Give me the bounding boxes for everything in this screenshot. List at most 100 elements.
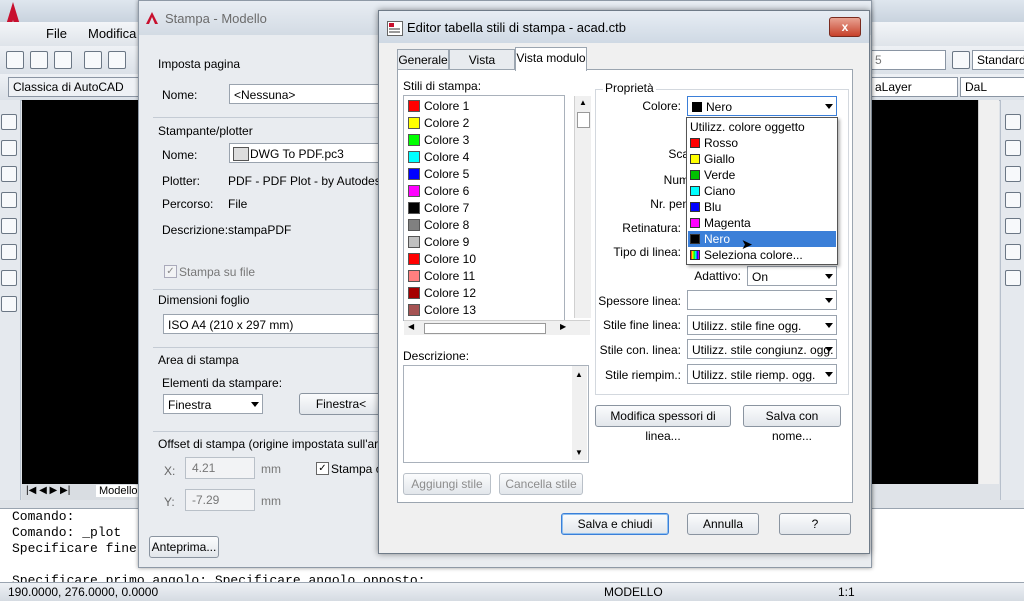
plot-style-item[interactable]: Colore 7 — [406, 200, 570, 217]
workspace-select[interactable]: Classica di AutoCAD — [8, 77, 140, 97]
close-button[interactable]: x — [829, 17, 861, 37]
plot-style-item[interactable]: Colore 4 — [406, 149, 570, 166]
mirror-icon[interactable] — [1005, 166, 1021, 182]
color-option[interactable]: Giallo — [688, 151, 836, 167]
delete-style-button[interactable]: Cancella stile — [499, 473, 583, 495]
scale-icon[interactable] — [1005, 270, 1021, 286]
save-as-button[interactable]: Salva con nome... — [743, 405, 841, 443]
scroll-thumb[interactable] — [424, 323, 546, 334]
styles-horizontal-scrollbar[interactable]: ◀ ▶ — [404, 320, 590, 335]
scroll-right-icon[interactable]: ▶ — [560, 322, 566, 331]
polyline-icon[interactable] — [1, 140, 17, 156]
scroll-up-icon[interactable]: ▲ — [575, 370, 583, 379]
rotate-icon[interactable] — [1005, 244, 1021, 260]
save-icon[interactable] — [54, 51, 72, 69]
plot-style-item[interactable]: Colore 1 — [406, 98, 570, 115]
color-option[interactable]: Magenta — [688, 215, 836, 231]
color-dropdown-list[interactable]: Utilizz. colore oggetto Rosso Giallo Verde C… — [686, 117, 838, 265]
lineweight-select[interactable] — [687, 290, 837, 310]
text-style-field[interactable]: Standard — [972, 50, 1024, 70]
plot-style-item[interactable]: Colore 12 — [406, 285, 570, 302]
plot-styles-list[interactable]: Colore 1 Colore 2 Colore 3 Colore 4 Colore 5… — [403, 95, 591, 335]
erase-icon[interactable] — [1005, 114, 1021, 130]
what-to-plot-select[interactable]: Finestra — [163, 394, 263, 414]
scroll-down-icon[interactable]: ▼ — [575, 448, 583, 457]
toolbar-number-field[interactable]: 5 — [870, 50, 946, 70]
plot-style-label: Colore 5 — [424, 167, 470, 181]
menu-modifica[interactable]: Modifica — [88, 26, 136, 41]
rectangle-icon[interactable] — [1, 192, 17, 208]
offset-icon[interactable] — [1005, 192, 1021, 208]
color-select[interactable]: Nero — [687, 96, 837, 116]
new-icon[interactable] — [6, 51, 24, 69]
plot-style-item[interactable]: Colore 2 — [406, 115, 570, 132]
line-join-select[interactable]: Utilizz. stile congiunz. ogg. — [687, 339, 837, 359]
arc-icon[interactable] — [1, 218, 17, 234]
color-option[interactable]: Seleziona colore... — [688, 247, 836, 263]
page-setup-select[interactable]: <Nessuna> — [229, 84, 381, 104]
plot-style-item[interactable]: Colore 10 — [406, 251, 570, 268]
paper-size-select[interactable]: ISO A4 (210 x 297 mm) — [163, 314, 381, 334]
model-toggle[interactable]: MODELLO — [604, 585, 663, 599]
tab-general[interactable]: Generale — [397, 49, 449, 69]
scroll-thumb[interactable] — [577, 112, 590, 128]
tab-table-view[interactable]: Vista tabella — [449, 49, 515, 87]
fill-style-select[interactable]: Utilizz. stile riemp. ogg. — [687, 364, 837, 384]
linetype-select[interactable]: DaL — [960, 77, 1024, 97]
plot-style-item[interactable]: Colore 13 — [406, 302, 570, 319]
tab-model[interactable]: Modello — [96, 485, 141, 497]
description-scrollbar[interactable]: ▲ ▼ — [572, 366, 587, 460]
offset-x-field[interactable]: 4.21 — [185, 457, 255, 479]
description-textarea[interactable]: ▲ ▼ — [403, 365, 589, 463]
plot-area-heading: Area di stampa — [158, 353, 239, 367]
cancel-button[interactable]: Annulla — [687, 513, 759, 535]
layer-select[interactable]: aLayer — [870, 77, 958, 97]
polygon-icon[interactable] — [1, 166, 17, 182]
edit-lineweights-button[interactable]: Modifica spessori di linea... — [595, 405, 731, 443]
plot-style-item[interactable]: Colore 11 — [406, 268, 570, 285]
color-option-label: Utilizz. colore oggetto — [690, 120, 805, 134]
move-icon[interactable] — [1005, 218, 1021, 234]
text-style-icon[interactable] — [952, 51, 970, 69]
drawing-area-right[interactable] — [870, 100, 978, 484]
color-option[interactable]: Blu — [688, 199, 836, 215]
plot-style-item[interactable]: Colore 6 — [406, 183, 570, 200]
plot-style-item[interactable]: Colore 3 — [406, 132, 570, 149]
drawing-vertical-scrollbar[interactable] — [978, 100, 999, 484]
plot-style-item[interactable]: Colore 5 — [406, 166, 570, 183]
color-option[interactable]: Utilizz. colore oggetto — [688, 119, 836, 135]
tab-form-view[interactable]: Vista modulo — [515, 47, 587, 71]
styles-vertical-scrollbar[interactable]: ▲ — [574, 96, 591, 318]
circle-icon[interactable] — [1, 244, 17, 260]
annotation-scale[interactable]: 1:1 — [838, 585, 855, 599]
line-icon[interactable] — [1, 114, 17, 130]
window-button[interactable]: Finestra< — [299, 393, 383, 415]
printer-select[interactable]: DWG To PDF.pc3 — [229, 143, 381, 163]
open-icon[interactable] — [30, 51, 48, 69]
save-close-button[interactable]: Salva e chiudi — [561, 513, 669, 535]
color-option[interactable]: Nero — [688, 231, 836, 247]
ellipse-icon[interactable] — [1, 296, 17, 312]
color-option[interactable]: Rosso — [688, 135, 836, 151]
spline-icon[interactable] — [1, 270, 17, 286]
help-button[interactable]: ? — [779, 513, 851, 535]
add-style-button[interactable]: Aggiungi stile — [403, 473, 491, 495]
copy-icon[interactable] — [1005, 140, 1021, 156]
color-option[interactable]: Ciano — [688, 183, 836, 199]
drawing-area[interactable] — [22, 100, 142, 484]
plot-style-item[interactable]: Colore 9 — [406, 234, 570, 251]
tab-nav-arrows-icon[interactable]: |◀ ◀ ▶ ▶| — [26, 485, 70, 496]
center-plot-checkbox[interactable]: ✓ — [316, 462, 329, 475]
line-end-select[interactable]: Utilizz. stile fine ogg. — [687, 315, 837, 335]
color-option[interactable]: Verde — [688, 167, 836, 183]
adaptive-select[interactable]: On — [747, 266, 837, 286]
preview-icon[interactable] — [108, 51, 126, 69]
plot-to-file-checkbox[interactable]: ✓ — [164, 265, 177, 278]
preview-button[interactable]: Anteprima... — [149, 536, 219, 558]
menu-file[interactable]: File — [46, 26, 67, 41]
plot-style-item[interactable]: Colore 8 — [406, 217, 570, 234]
print-icon[interactable] — [84, 51, 102, 69]
scroll-left-icon[interactable]: ◀ — [408, 322, 414, 331]
offset-y-field[interactable]: -7.29 — [185, 489, 255, 511]
scroll-up-icon[interactable]: ▲ — [579, 98, 587, 107]
